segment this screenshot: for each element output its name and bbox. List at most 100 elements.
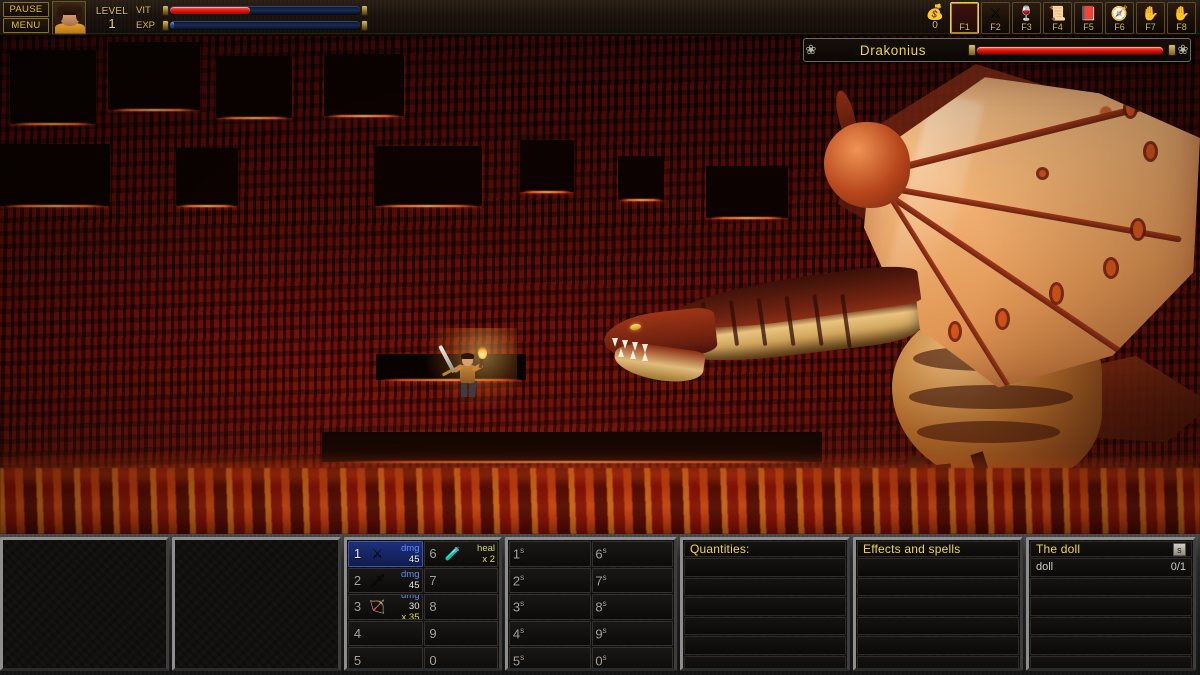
quest-entry-row[interactable] <box>1030 597 1192 616</box>
quest-entry-row[interactable] <box>1030 655 1192 668</box>
experience-bar-cap-right <box>361 19 368 31</box>
inventory-slot-stat: heal <box>477 542 495 554</box>
quest-shortcut-badge[interactable]: s <box>1173 542 1186 556</box>
inventory-panel-shift[interactable]: 1s 6s 2s 7s 3s 8s 4s 9s 5s 0s <box>505 537 677 671</box>
vitality-bar-fill <box>170 6 250 14</box>
quantities-rows <box>684 558 846 668</box>
inventory-shift-slot-7[interactable]: 7s <box>591 567 673 594</box>
inventory-shift-slot-1[interactable]: 1s <box>509 541 591 567</box>
inventory-slot-number: 5 <box>353 652 362 668</box>
function-slot-key-label: F5 <box>1083 21 1094 32</box>
menu-button[interactable]: MENU <box>3 18 49 33</box>
quest-entry-row[interactable] <box>1030 636 1192 655</box>
effects-row[interactable] <box>857 655 1019 668</box>
effects-row[interactable] <box>857 597 1019 616</box>
function-slot-key-label: F4 <box>1052 21 1063 32</box>
panel-texture <box>3 540 166 668</box>
inventory-slot-6[interactable]: 6 🧪 heal x 2 <box>423 541 498 567</box>
portrait-eye-right <box>72 12 75 15</box>
experience-bar-cap-left <box>162 19 169 31</box>
pause-button[interactable]: PAUSE <box>3 2 49 17</box>
quest-entry-row[interactable]: doll 0/1 <box>1030 558 1192 577</box>
function-slot-f6[interactable]: 🧭 F6 <box>1105 1 1134 34</box>
quantities-panel[interactable]: Quantities: <box>680 537 850 671</box>
quantities-row[interactable] <box>684 636 846 655</box>
effects-row[interactable] <box>857 636 1019 655</box>
inventory-shift-slot-6[interactable]: 6s <box>591 541 673 567</box>
inventory-slot-stat: dmg 45 <box>401 542 420 565</box>
function-slot-f4[interactable]: 📜 F4 <box>1043 1 1072 34</box>
compass-icon: 🧭 <box>1110 5 1129 21</box>
inventory-panel-primary[interactable]: 1 ⚔ dmg 45 6 🧪 heal x 2 2 🗡 dmg 45 7 3 🏹 dmg 30 x 35 8 4… <box>344 537 502 671</box>
effects-title-text: Effects and spells <box>863 542 961 556</box>
white-hand-icon: ✋ <box>1172 5 1191 21</box>
portrait-hair-right <box>76 6 82 21</box>
inventory-shift-slot-4[interactable]: 4s <box>509 620 591 647</box>
function-slot-key-label: F7 <box>1145 21 1156 32</box>
inventory-slot-4[interactable]: 4 <box>348 620 423 647</box>
inventory-slot-7[interactable]: 7 <box>423 567 498 594</box>
boss-bar-ornament-left: ❀ <box>805 42 817 57</box>
quantities-row[interactable] <box>684 558 846 577</box>
quantities-row[interactable] <box>684 616 846 635</box>
function-slot-f3[interactable]: 🍷 F3 <box>1012 1 1041 34</box>
inventory-slot-meta: heal x 2 <box>465 543 498 565</box>
quest-list: The doll s doll 0/1 <box>1029 540 1193 668</box>
quest-title: The doll <box>1036 542 1081 556</box>
quest-entry-rows: doll 0/1 <box>1030 558 1192 668</box>
inventory-slot-stat: dmg 30 <box>401 594 420 613</box>
quest-panel[interactable]: The doll s doll 0/1 <box>1026 537 1196 671</box>
effects-row[interactable] <box>857 577 1019 596</box>
effects-panel[interactable]: Effects and spells <box>853 537 1023 671</box>
inventory-slot-meta: dmg 30 x 35 <box>389 594 422 619</box>
game-viewport[interactable] <box>0 36 1200 534</box>
function-slot-f7[interactable]: ✋ F7 <box>1136 1 1165 34</box>
inventory-slot-3[interactable]: 3 🏹 dmg 30 x 35 <box>348 594 423 620</box>
inventory-slot-number: 8 <box>429 599 437 615</box>
inventory-slot-8[interactable]: 8 <box>423 594 498 620</box>
function-slot-f1[interactable]: F1 <box>950 1 979 34</box>
inventory-shift-slot-5[interactable]: 5s <box>509 647 591 668</box>
left-blank-panel-1[interactable] <box>0 537 169 671</box>
inventory-shift-slot-3[interactable]: 3s <box>509 594 591 620</box>
experience-bar-track <box>170 20 360 30</box>
function-slot-key-label: F1 <box>959 21 970 32</box>
inventory-shift-slot-number: 3s <box>512 599 525 615</box>
inventory-slot-0[interactable]: 0 <box>423 647 498 668</box>
money-bag-icon: 💰 <box>925 3 945 21</box>
function-slot-f5[interactable]: 📕 F5 <box>1074 1 1103 34</box>
inventory-shift-slot-8[interactable]: 8s <box>591 594 673 620</box>
pause-menu-group: PAUSE MENU <box>3 1 49 35</box>
effects-list: Effects and spells <box>856 540 1020 668</box>
vitality-bar-cap-left <box>162 4 169 16</box>
quest-entry-row[interactable] <box>1030 616 1192 635</box>
quest-entry-row[interactable] <box>1030 577 1192 596</box>
spear-icon: 🗡 <box>369 572 386 588</box>
inventory-shift-slot-0[interactable]: 0s <box>591 647 673 668</box>
effects-row[interactable] <box>857 558 1019 577</box>
inventory-slot-2[interactable]: 2 🗡 dmg 45 <box>348 567 423 594</box>
boss-bar-cap-left <box>968 44 976 56</box>
inventory-slot-5[interactable]: 5 <box>348 647 423 668</box>
quantities-row[interactable] <box>684 655 846 668</box>
boss-bar-cap-right <box>1168 44 1176 56</box>
player-portrait[interactable] <box>52 0 86 35</box>
inventory-slot-9[interactable]: 9 <box>423 620 498 647</box>
inventory-shift-slot-9[interactable]: 9s <box>591 620 673 647</box>
function-slot-f8[interactable]: ✋ F8 <box>1167 1 1196 34</box>
function-slot-f2[interactable]: ⚔ F2 <box>981 1 1010 34</box>
empty-slot <box>951 5 978 23</box>
portrait-eye-left <box>64 12 67 15</box>
effects-row[interactable] <box>857 616 1019 635</box>
inventory-grid-primary: 1 ⚔ dmg 45 6 🧪 heal x 2 2 🗡 dmg 45 7 3 🏹 dmg 30 x 35 8 4… <box>347 540 499 668</box>
quantities-row[interactable] <box>684 577 846 596</box>
left-blank-panel-2[interactable] <box>172 537 341 671</box>
potion-icon: 🍷 <box>1017 5 1036 21</box>
inventory-slot-number: 3 <box>353 599 362 615</box>
quantities-row[interactable] <box>684 597 846 616</box>
inventory-slot-1[interactable]: 1 ⚔ dmg 45 <box>348 541 423 567</box>
inventory-shift-slot-2[interactable]: 2s <box>509 567 591 594</box>
inventory-shift-slot-number: 1s <box>512 546 525 562</box>
inventory-slot-number: 9 <box>429 626 437 642</box>
stat-bars: VIT EXP <box>136 4 368 31</box>
